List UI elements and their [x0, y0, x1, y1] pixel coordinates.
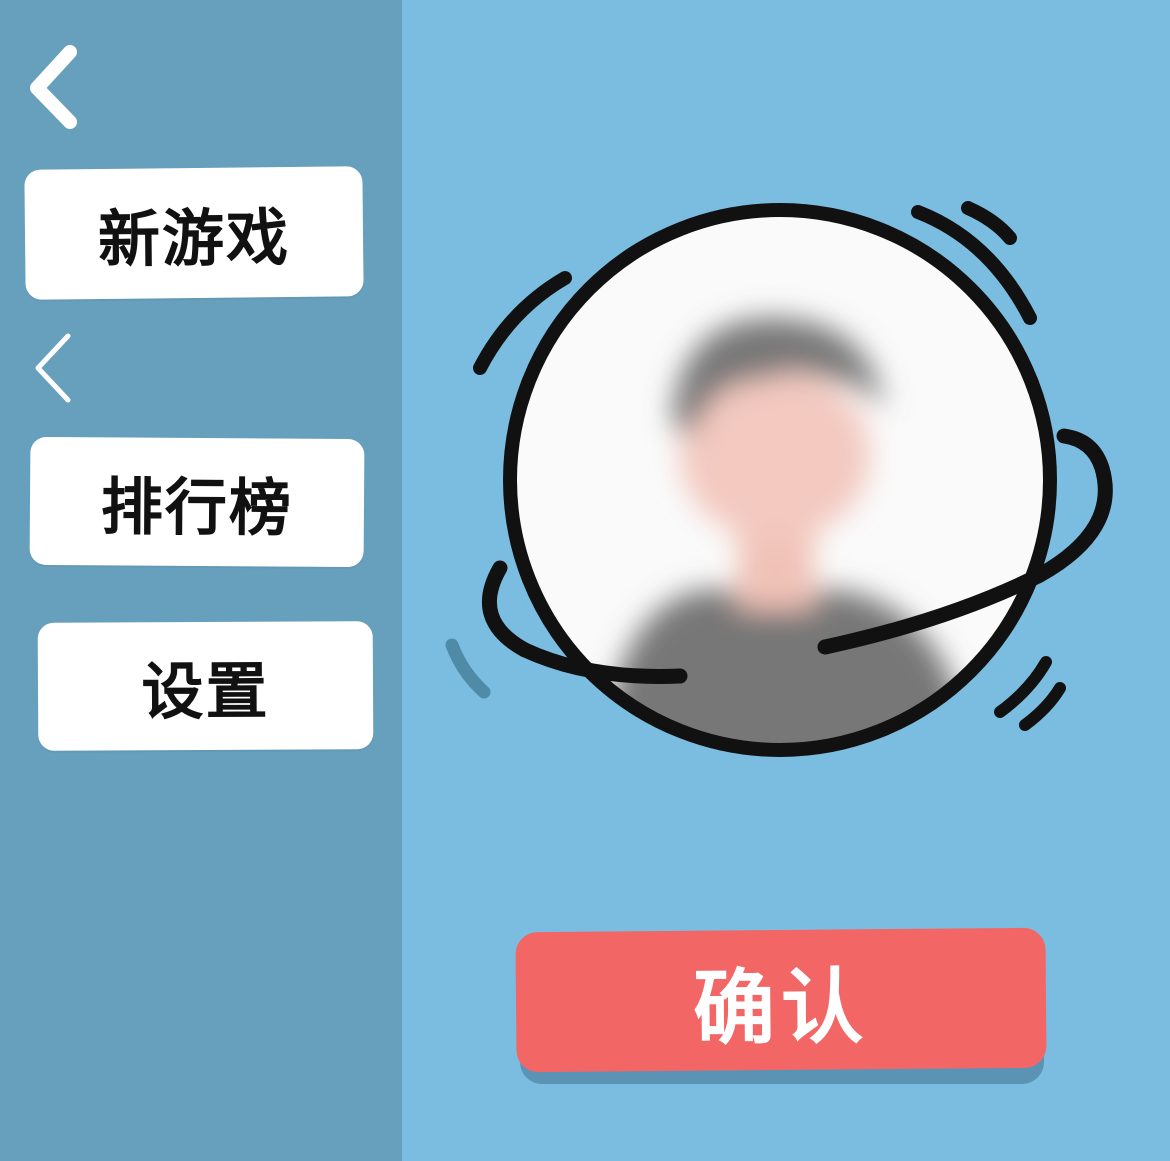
- settings-label: 设置: [141, 654, 270, 729]
- back-chevron-icon[interactable]: [25, 40, 85, 135]
- avatar-picker[interactable]: [402, 180, 1170, 780]
- new-game-button[interactable]: 新游戏: [24, 166, 364, 300]
- new-game-label: 新游戏: [97, 200, 291, 277]
- collapse-chevron-icon[interactable]: [28, 328, 78, 408]
- confirm-label: 确认: [692, 959, 870, 1057]
- settings-button[interactable]: 设置: [37, 621, 374, 751]
- confirm-button[interactable]: 确认: [515, 927, 1047, 1073]
- leaderboard-button[interactable]: 排行榜: [29, 436, 365, 568]
- leaderboard-label: 排行榜: [100, 470, 294, 545]
